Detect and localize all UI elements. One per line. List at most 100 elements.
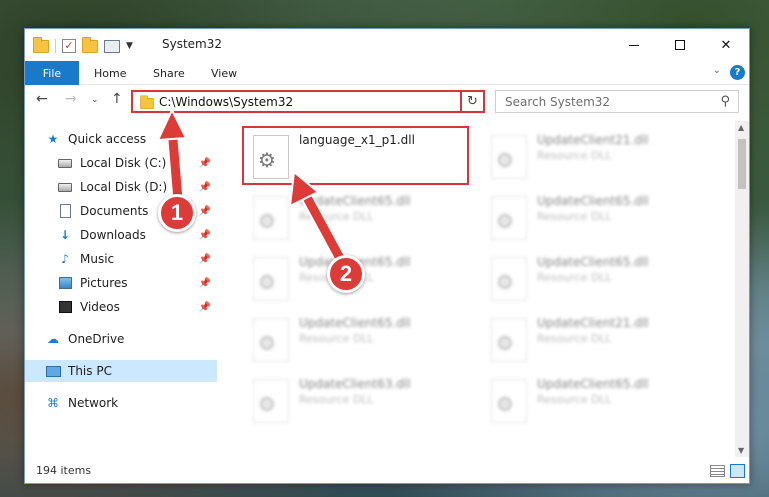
properties-check-icon[interactable]: ✓: [62, 39, 76, 53]
gear-icon: ⚙: [258, 392, 276, 416]
tab-file[interactable]: File: [25, 61, 79, 85]
step-2-badge: 2: [327, 255, 365, 293]
music-icon: ♪: [61, 252, 69, 266]
sidebar-item-local-disk-d[interactable]: Local Disk (D:) 📌: [25, 176, 217, 198]
disk-icon: [57, 180, 73, 194]
pin-icon[interactable]: 📌: [199, 254, 211, 265]
search-input[interactable]: Search System32 ⚲: [495, 90, 739, 113]
expand-ribbon-chevron-icon[interactable]: ⌄: [713, 65, 721, 76]
network-icon: ⌘: [47, 396, 59, 410]
scrollbar-thumb[interactable]: [738, 139, 746, 189]
forward-arrow-icon[interactable]: →: [65, 91, 77, 107]
folder-icon[interactable]: [33, 36, 49, 53]
gear-icon: ⚙: [496, 270, 514, 294]
step-1-badge: 1: [158, 194, 196, 232]
scroll-up-icon[interactable]: ▲: [738, 123, 744, 132]
new-folder-icon[interactable]: [82, 36, 98, 53]
recent-locations-chevron-icon[interactable]: ⌄: [91, 95, 99, 105]
sidebar-item-label: Documents: [80, 204, 149, 218]
dll-file-icon: ⚙: [491, 257, 527, 301]
address-bar[interactable]: C:\Windows\System32 ⌄: [131, 90, 484, 113]
customize-toolbar-dropdown-icon[interactable]: ▼: [126, 41, 133, 51]
help-icon[interactable]: ?: [730, 65, 745, 80]
file-item[interactable]: ⚙ UpdateClient65.dll Resource DLL: [481, 188, 711, 242]
file-name: UpdateClient65.dll: [537, 377, 649, 391]
file-item[interactable]: ⚙ UpdateClient65.dll Resource DLL: [481, 371, 711, 425]
sidebar-item-label: This PC: [68, 364, 112, 378]
sidebar-item-network[interactable]: ⌘ Network: [25, 392, 217, 414]
minimize-button[interactable]: [611, 29, 657, 61]
file-type: Resource DLL: [537, 271, 612, 284]
pin-icon[interactable]: 📌: [199, 230, 211, 241]
sidebar-item-label: Local Disk (C:): [80, 156, 167, 170]
sidebar-item-onedrive[interactable]: ☁ OneDrive: [25, 328, 217, 350]
sidebar-item-music[interactable]: ♪ Music 📌: [25, 248, 217, 270]
file-item[interactable]: ⚙ UpdateClient65.dll Resource DLL: [243, 310, 473, 364]
star-icon: ★: [47, 132, 59, 146]
search-placeholder: Search System32: [505, 95, 611, 109]
file-type: Resource DLL: [537, 393, 612, 406]
dll-file-icon: ⚙: [253, 379, 289, 423]
window-title: System32: [162, 37, 223, 51]
status-bar: 194 items: [25, 461, 749, 483]
pin-icon[interactable]: 📌: [199, 278, 211, 289]
file-item[interactable]: ⚙ UpdateClient21.dll Resource DLL: [481, 310, 711, 364]
view-properties-icon[interactable]: [104, 39, 120, 53]
file-type: Resource DLL: [537, 210, 612, 223]
search-icon[interactable]: ⚲: [720, 94, 730, 109]
up-arrow-icon[interactable]: ↑: [111, 91, 123, 107]
dll-file-icon: ⚙: [491, 379, 527, 423]
file-name: UpdateClient65.dll: [537, 194, 649, 208]
sidebar-item-videos[interactable]: Videos 📌: [25, 296, 217, 318]
pin-icon[interactable]: 📌: [199, 182, 211, 193]
sidebar-item-label: Music: [80, 252, 115, 266]
file-type: Resource DLL: [299, 210, 374, 223]
pin-icon[interactable]: 📌: [199, 302, 211, 313]
file-name: UpdateClient21.dll: [537, 316, 649, 330]
file-item[interactable]: ⚙ UpdateClient63.dll Resource DLL: [243, 371, 473, 425]
large-icons-view-icon[interactable]: [730, 464, 745, 478]
scroll-down-icon[interactable]: ▼: [738, 446, 744, 455]
file-name: UpdateClient63.dll: [299, 377, 411, 391]
document-icon: [57, 204, 73, 218]
file-item[interactable]: ⚙ UpdateClient65.dll Resource DLL: [481, 249, 711, 303]
file-type: Resource DLL: [537, 332, 612, 345]
vertical-scrollbar[interactable]: ▲ ▼: [735, 121, 749, 457]
file-item[interactable]: ⚙ UpdateClient65.dll Resource DLL: [243, 188, 473, 242]
file-type: Resource DLL: [299, 393, 374, 406]
gear-icon: ⚙: [258, 209, 276, 233]
minimize-icon: [629, 44, 639, 46]
maximize-button[interactable]: [657, 29, 703, 61]
tab-home[interactable]: Home: [94, 61, 126, 85]
download-icon: ↓: [59, 228, 71, 242]
maximize-icon: [675, 40, 685, 50]
sidebar-item-label: Quick access: [68, 132, 147, 146]
file-name: UpdateClient65.dll: [537, 255, 649, 269]
close-button[interactable]: ✕: [703, 29, 749, 61]
gear-icon: ⚙: [258, 331, 276, 355]
sidebar-item-quick-access[interactable]: ★ Quick access: [25, 128, 217, 150]
tab-view[interactable]: View: [211, 61, 237, 85]
pin-icon[interactable]: 📌: [199, 206, 211, 217]
gear-icon: ⚙: [496, 148, 514, 172]
address-row: ← → ⌄ ↑ C:\Windows\System32 ⌄ ↻ Search S…: [25, 86, 749, 118]
address-path[interactable]: C:\Windows\System32: [159, 95, 293, 109]
gear-icon: ⚙: [496, 209, 514, 233]
sidebar-item-local-disk-c[interactable]: Local Disk (C:) 📌: [25, 152, 217, 174]
refresh-button[interactable]: ↻: [460, 90, 485, 113]
dll-file-icon: ⚙: [253, 257, 289, 301]
pin-icon[interactable]: 📌: [199, 158, 211, 169]
file-name: UpdateClient65.dll: [299, 194, 411, 208]
cloud-icon: ☁: [47, 332, 59, 346]
sidebar-item-label: Videos: [80, 300, 120, 314]
tab-share[interactable]: Share: [153, 61, 185, 85]
ribbon-tabs: File Home Share View ⌄ ?: [25, 61, 749, 85]
sidebar-item-this-pc[interactable]: This PC: [25, 360, 217, 382]
file-highlight-frame: [242, 126, 469, 185]
dll-file-icon: ⚙: [491, 196, 527, 240]
details-view-icon[interactable]: [710, 465, 725, 477]
gear-icon: ⚙: [258, 270, 276, 294]
sidebar-item-pictures[interactable]: Pictures 📌: [25, 272, 217, 294]
file-item[interactable]: ⚙ UpdateClient21.dll Resource DLL: [481, 127, 711, 181]
back-arrow-icon[interactable]: ←: [36, 91, 48, 107]
